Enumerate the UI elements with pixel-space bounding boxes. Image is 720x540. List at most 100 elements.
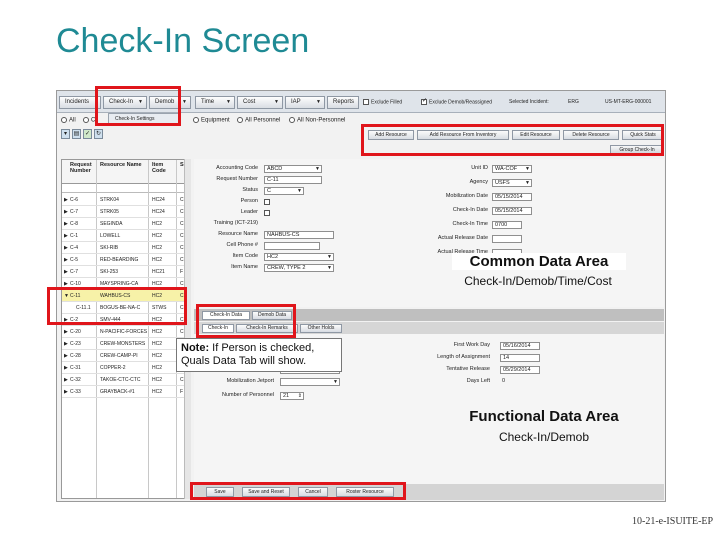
form-field[interactable]: ▼: [280, 378, 340, 386]
expand-icon[interactable]: ▶: [64, 230, 68, 242]
menu-label: Cost: [243, 99, 256, 105]
table-row[interactable]: ▶C-23CREW-MONSTERSHC2C: [62, 338, 188, 350]
field-label: Tentative Release: [446, 366, 490, 372]
form-field[interactable]: NAHBUS-CS: [264, 231, 334, 239]
field-label: Item Name: [231, 264, 258, 270]
menu-iap[interactable]: IAP ▼: [285, 96, 325, 109]
menu-cost[interactable]: Cost ▼: [237, 96, 283, 109]
table-filter-row[interactable]: [62, 184, 188, 193]
table-cell: CREW-MONSTERS: [100, 341, 146, 347]
form-field[interactable]: CREW, TYPE 2 ▼: [264, 264, 334, 272]
table-row[interactable]: ▶ C-1 LOWELL HC2 C: [62, 230, 188, 242]
table-row[interactable]: ▶C-31COPPER-2HC2C: [62, 362, 188, 374]
field-label: Cell Phone #: [226, 242, 259, 248]
field-label: Days Left: [466, 378, 490, 384]
chevron-down-icon[interactable]: ▼: [315, 166, 320, 172]
expand-icon[interactable]: ▶: [64, 218, 68, 230]
form-field[interactable]: 05/15/2014: [492, 193, 532, 201]
chevron-down-icon[interactable]: ▼: [525, 166, 530, 172]
exclude-demob-toggle[interactable]: Exclude Demob/Reassigned: [421, 97, 493, 106]
filter-all[interactable]: All: [61, 117, 76, 124]
field-value: ABCD: [267, 166, 283, 172]
chevron-down-icon[interactable]: ▼: [525, 180, 530, 186]
table-row[interactable]: ▶ C-20 N-PACIFIC-FORCES HC2 C: [62, 326, 188, 338]
exclude-filled-toggle[interactable]: Exclude Filled: [363, 99, 402, 105]
field-value: 14: [503, 355, 510, 361]
table-row[interactable]: ▶ C-5 RED-BEARDING HC2 C: [62, 254, 188, 266]
field-label: Agency: [469, 179, 488, 185]
person-checkbox[interactable]: [264, 199, 270, 205]
table-cell: GRAYBACK-#1: [100, 389, 135, 395]
expand-icon[interactable]: ▶: [64, 374, 68, 386]
form-field[interactable]: USFS ▼: [492, 179, 532, 187]
table-cell: COPPER-2: [100, 365, 126, 371]
chevron-down-icon[interactable]: ▼: [327, 254, 332, 260]
table-row[interactable]: ▶ C-7 STRK05 HC24 C: [62, 206, 188, 218]
stepper-icon[interactable]: ⇕: [298, 393, 302, 399]
form-field[interactable]: 05/29/2014: [500, 366, 540, 374]
filter-c[interactable]: C: [83, 117, 95, 124]
form-field[interactable]: C ▼: [264, 187, 304, 195]
chevron-down-icon[interactable]: ▼: [327, 265, 332, 271]
table-row[interactable]: ▶ C-4 SKI-RIB HC2 C: [62, 242, 188, 254]
form-field[interactable]: 0700: [492, 221, 522, 229]
table-scrollbar[interactable]: [184, 159, 191, 499]
expand-icon[interactable]: ▶: [64, 386, 68, 398]
column-header[interactable]: Resource Name: [100, 162, 142, 168]
form-field[interactable]: 05/16/2014: [500, 342, 540, 350]
form-field[interactable]: [264, 242, 320, 250]
expand-icon[interactable]: ▶: [64, 338, 68, 350]
expand-icon[interactable]: ▶: [64, 242, 68, 254]
selected-incident-code: ERG: [568, 99, 579, 105]
expand-icon[interactable]: ▶: [64, 266, 68, 278]
form-field[interactable]: ABCD ▼: [264, 165, 322, 173]
form-field[interactable]: WA-COF ▼: [492, 165, 532, 173]
expand-icon[interactable]: ▶: [64, 326, 68, 338]
refresh-icon[interactable]: ↻: [94, 129, 103, 139]
expand-icon[interactable]: ▶: [64, 362, 68, 374]
form-field[interactable]: 21 ⇕: [280, 392, 304, 400]
form-field[interactable]: 14: [500, 354, 540, 362]
filter-all-non-personnel[interactable]: All Non-Personnel: [289, 117, 345, 124]
table-cell: HC2: [152, 377, 163, 383]
table-row[interactable]: ▶ C-33 GRAYBACK-#1 HC2 F: [62, 386, 188, 398]
field-value: 05/16/2014: [503, 343, 531, 349]
field-label: Status: [242, 187, 258, 193]
table-row[interactable]: ▶ C-8 SEGINDA HC2 C: [62, 218, 188, 230]
form-field[interactable]: HC2 ▼: [264, 253, 334, 261]
table-cell: C-31: [70, 365, 81, 371]
expand-icon[interactable]: ▶: [64, 206, 68, 218]
chevron-down-icon[interactable]: ▼: [297, 188, 302, 194]
table-row[interactable]: ▶ C-7 SKI-253 HC21 F: [62, 266, 188, 278]
tab-other-holds[interactable]: Other Holds: [300, 324, 342, 333]
field-label: Mobilization Jetport: [226, 378, 274, 384]
expand-icon[interactable]: ▶: [64, 194, 68, 206]
expand-icon[interactable]: ▶: [64, 350, 68, 362]
flag-label: Exclude Demob/Reassigned: [429, 99, 493, 106]
form-field[interactable]: [492, 235, 522, 243]
menu-time[interactable]: Time ▼: [195, 96, 235, 109]
table-row[interactable]: ▶ C-6 STRK04 HC24 C: [62, 194, 188, 206]
menu-label: Time: [201, 99, 215, 105]
form-field[interactable]: C-11: [264, 176, 322, 184]
form-field[interactable]: 05/15/2014: [492, 207, 532, 215]
chevron-down-icon[interactable]: ▼: [333, 379, 338, 385]
table-row[interactable]: ▶ C-32 TAKOE-CTC-CTC HC2 C: [62, 374, 188, 386]
export-icon[interactable]: ✓: [83, 129, 92, 139]
print-icon[interactable]: ▤: [72, 129, 81, 139]
field-label: Leader: [240, 209, 258, 215]
table-cell: C-7: [70, 209, 79, 215]
filter-equipment[interactable]: Equipment: [193, 117, 230, 124]
column-header[interactable]: Item Code: [152, 162, 170, 174]
resource-table: Request Number Resource Name Item Code S…: [61, 159, 189, 499]
person-note: Note: If Person is checked, Quals Data T…: [176, 338, 342, 372]
menu-reports[interactable]: Reports: [327, 96, 359, 109]
leader-checkbox[interactable]: [264, 210, 270, 216]
filter-icon[interactable]: ▾: [61, 129, 70, 139]
expand-icon[interactable]: ▶: [64, 254, 68, 266]
column-header[interactable]: Request Number: [70, 162, 94, 174]
menu-label: Reports: [333, 99, 355, 105]
check-in-menu-highlight: [95, 86, 181, 126]
table-row[interactable]: ▶C-28CREW-CAMP-PIHC2C: [62, 350, 188, 362]
filter-all-personnel[interactable]: All Personnel: [237, 117, 280, 124]
